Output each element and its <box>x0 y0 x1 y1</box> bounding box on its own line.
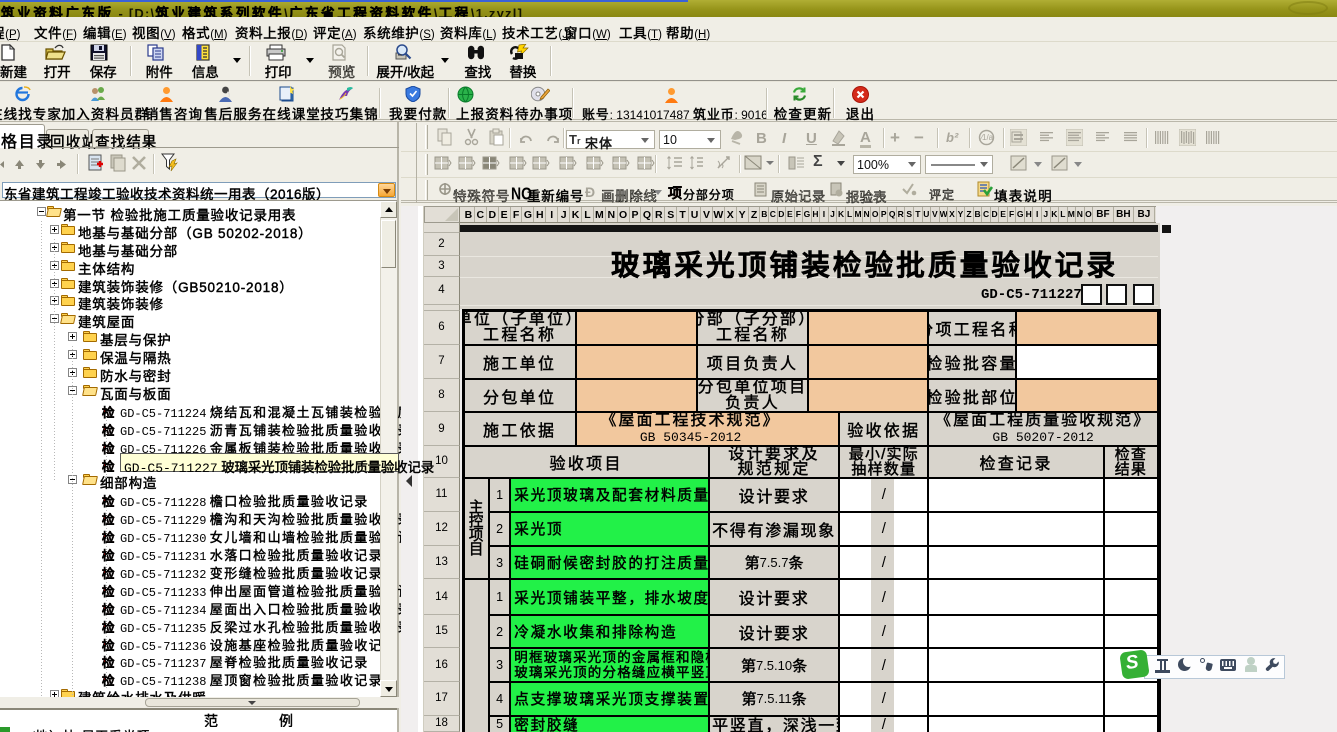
svg-text:1/a: 1/a <box>982 133 994 142</box>
